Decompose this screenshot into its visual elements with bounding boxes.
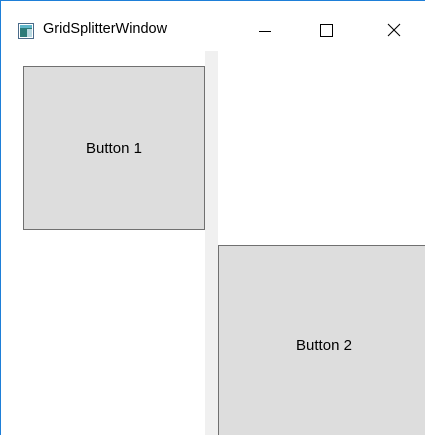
button-2[interactable]: Button 2 bbox=[218, 245, 425, 435]
close-button[interactable] bbox=[371, 9, 417, 53]
button-1-label: Button 1 bbox=[86, 139, 142, 157]
maximize-button[interactable] bbox=[303, 9, 349, 53]
grid-splitter-window: GridSplitterWindow Button 1 Button 2 bbox=[0, 0, 425, 435]
app-icon bbox=[18, 23, 34, 39]
grid-splitter[interactable] bbox=[205, 51, 218, 435]
button-1[interactable]: Button 1 bbox=[23, 66, 205, 230]
window-title: GridSplitterWindow bbox=[43, 21, 168, 37]
minimize-button[interactable] bbox=[242, 9, 288, 53]
button-2-label: Button 2 bbox=[296, 336, 352, 354]
client-area: Button 1 Button 2 bbox=[1, 51, 425, 435]
title-bar[interactable]: GridSplitterWindow bbox=[1, 1, 425, 51]
